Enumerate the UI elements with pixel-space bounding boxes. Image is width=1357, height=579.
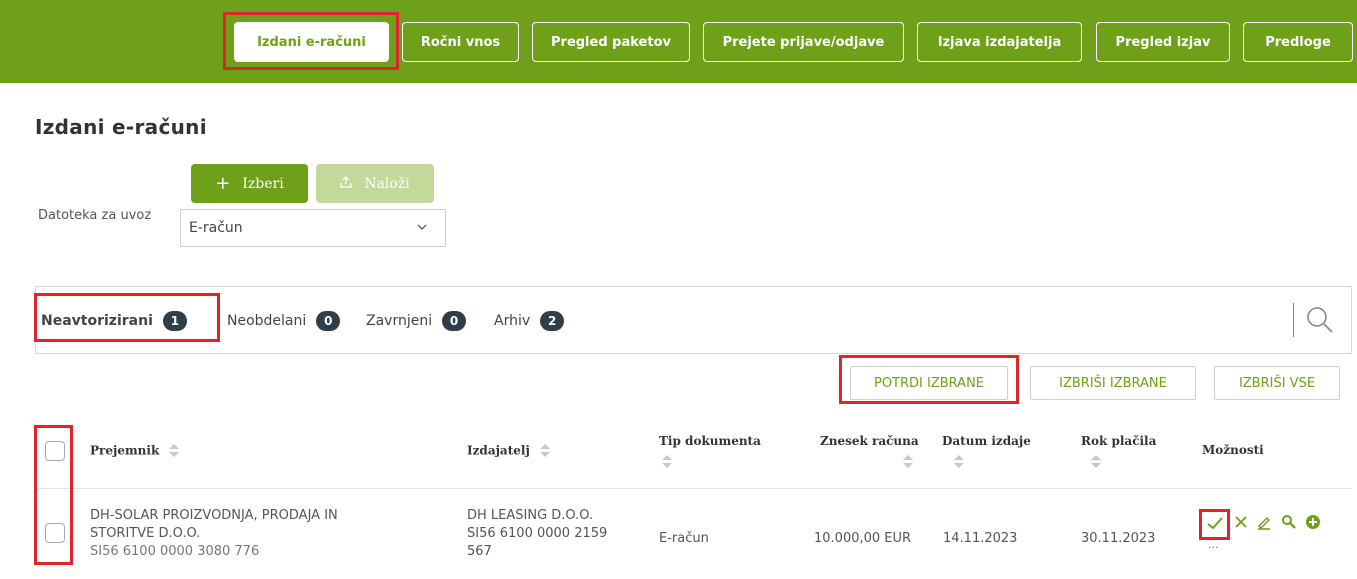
nav-rocni-vnos[interactable]: Ročni vnos	[402, 22, 519, 62]
cell-issue-date: 14.11.2023	[943, 531, 1018, 546]
upload-label: Naloži	[364, 175, 410, 192]
chevron-down-icon	[417, 221, 427, 234]
header-options: Možnosti	[1202, 443, 1264, 457]
header-label: Izdajatelj	[467, 443, 530, 458]
sort-icon	[662, 454, 672, 470]
header-label: Prejemnik	[90, 443, 160, 458]
tab-neobdelani[interactable]: Neobdelani 0	[227, 311, 341, 331]
nav-pregled-izjav[interactable]: Pregled izjav	[1096, 22, 1230, 62]
recipient-name-line2: STORITVE D.O.O.	[90, 526, 201, 541]
header-label: Znesek računa	[820, 434, 919, 448]
tab-label: Zavrnjeni	[366, 313, 433, 329]
choose-file-button[interactable]: + Izberi	[191, 164, 308, 203]
select-all-checkbox[interactable]	[45, 441, 65, 461]
sort-icon	[954, 454, 964, 470]
choose-file-label: Izberi	[242, 175, 284, 192]
issuer-iban-cont: 567	[467, 544, 492, 559]
add-circle-icon[interactable]	[1305, 514, 1321, 534]
search-separator	[1293, 303, 1294, 337]
header-label: Tip dokumenta	[659, 434, 761, 448]
sort-icon	[169, 443, 180, 459]
header-doc-type[interactable]: Tip dokumenta	[659, 434, 761, 470]
cell-issuer: DH LEASING D.O.O. SI56 6100 0000 2159 56…	[467, 507, 607, 561]
file-type-value: E-račun	[189, 220, 243, 236]
header-issuer[interactable]: Izdajatelj	[467, 443, 550, 459]
table-row-divider	[35, 488, 1352, 489]
issuer-iban: SI56 6100 0000 2159	[467, 526, 608, 541]
sort-icon	[1091, 454, 1101, 470]
recipient-iban: SI56 6100 0000 3080 776	[90, 544, 260, 559]
cell-amount: 10.000,00 EUR	[814, 531, 912, 546]
tab-label: Neobdelani	[227, 313, 307, 329]
confirm-selected-button[interactable]: POTRDI IZBRANE	[850, 366, 1008, 400]
upload-icon	[340, 176, 352, 191]
sort-icon	[903, 454, 913, 470]
count-badge: 1	[162, 311, 187, 331]
nav-predloge[interactable]: Predloge	[1243, 22, 1353, 62]
nav-izdani-e-racuni[interactable]: Izdani e-računi	[234, 22, 389, 62]
cell-due-date: 30.11.2023	[1081, 531, 1156, 546]
header-due-date[interactable]: Rok plačila	[1081, 434, 1156, 470]
header-issue-date[interactable]: Datum izdaje	[942, 434, 1031, 470]
cell-recipient: DH-SOLAR PROIZVODNJA, PRODAJA IN STORITV…	[90, 507, 338, 561]
recipient-name-line1: DH-SOLAR PROIZVODNJA, PRODAJA IN	[90, 508, 338, 523]
tab-label: Arhiv	[494, 313, 531, 329]
plus-icon: +	[215, 173, 231, 194]
count-badge: 0	[316, 311, 341, 331]
issuer-name: DH LEASING D.O.O.	[467, 508, 594, 523]
nav-prejete-prijave-odjave[interactable]: Prejete prijave/odjave	[703, 22, 904, 62]
count-badge: 2	[540, 311, 565, 331]
search-icon[interactable]	[1305, 305, 1335, 339]
count-badge: 0	[442, 311, 467, 331]
tab-arhiv[interactable]: Arhiv 2	[494, 311, 565, 331]
tab-zavrnjeni[interactable]: Zavrnjeni 0	[366, 311, 467, 331]
more-options-icon[interactable]: ...	[1208, 536, 1219, 554]
file-type-select[interactable]: E-račun	[180, 209, 446, 247]
header-label: Rok plačila	[1081, 434, 1157, 448]
magnifier-icon[interactable]	[1281, 514, 1297, 534]
sort-icon	[539, 443, 550, 459]
top-navigation: Izdani e-računi Ročni vnos Pregled paket…	[0, 0, 1357, 83]
edit-pencil-icon[interactable]	[1256, 514, 1272, 534]
reject-x-icon[interactable]	[1233, 514, 1249, 534]
page-title: Izdani e-računi	[35, 115, 207, 139]
tab-neavtorizirani[interactable]: Neavtorizirani 1	[41, 311, 187, 331]
row-checkbox[interactable]	[45, 523, 65, 543]
nav-pregled-paketov[interactable]: Pregled paketov	[532, 22, 690, 62]
header-label: Datum izdaje	[942, 434, 1031, 448]
tab-label: Neavtorizirani	[41, 313, 153, 329]
file-import-label: Datoteka za uvoz	[38, 208, 152, 223]
header-amount[interactable]: Znesek računa	[820, 434, 919, 470]
confirm-check-icon[interactable]	[1205, 513, 1225, 537]
delete-selected-button[interactable]: IZBRIŠI IZBRANE	[1030, 366, 1196, 400]
cell-doc-type: E-račun	[659, 531, 709, 546]
nav-izjava-izdajatelja[interactable]: Izjava izdajatelja	[917, 22, 1082, 62]
delete-all-button[interactable]: IZBRIŠI VSE	[1214, 366, 1340, 400]
header-recipient[interactable]: Prejemnik	[90, 443, 180, 459]
upload-button[interactable]: Naloži	[316, 164, 434, 203]
